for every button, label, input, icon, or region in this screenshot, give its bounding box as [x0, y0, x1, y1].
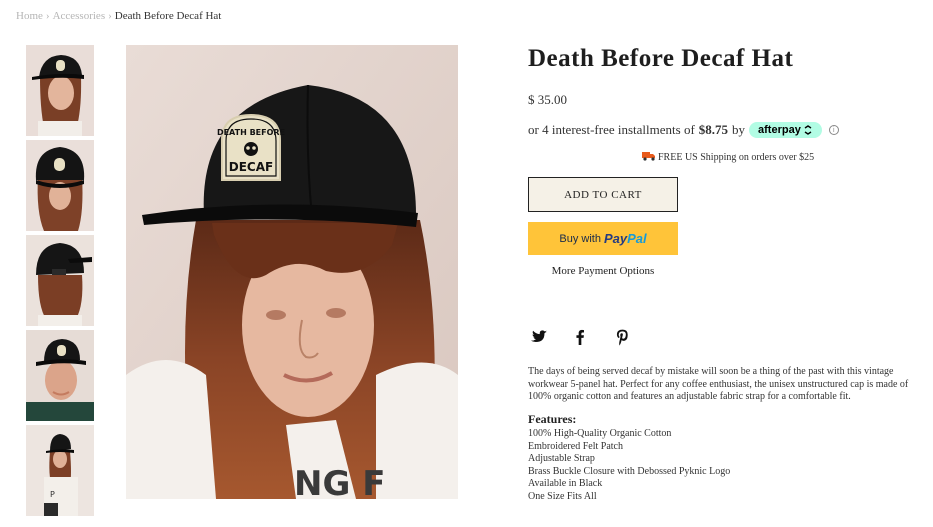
installment-amount: $8.75 — [698, 122, 729, 137]
afterpay-arrows-icon — [804, 125, 812, 135]
breadcrumb-current: Death Before Decaf Hat — [114, 10, 222, 22]
breadcrumb-home-link[interactable]: Home — [16, 10, 43, 22]
shipping-notice: FREE US Shipping on orders over $25 — [642, 151, 928, 164]
twitter-icon[interactable] — [529, 328, 547, 346]
breadcrumb-accessories-link[interactable]: Accessories — [53, 10, 106, 22]
feature-item: Embroidered Felt Patch — [528, 440, 623, 452]
breadcrumb: Home › Accessories › Death Before Decaf Hat — [16, 10, 221, 22]
afterpay-label: afterpay — [758, 124, 801, 136]
paypal-logo-pal: Pal — [627, 231, 647, 246]
paypal-logo-pay: Pay — [603, 231, 628, 246]
thumbnail-gallery: P — [26, 45, 94, 520]
paypal-buy-label: Buy with — [559, 232, 601, 245]
features-list: 100% High-Quality Organic Cotton Embroid… — [528, 428, 730, 503]
feature-item: Available in Black — [528, 478, 603, 489]
svg-text:P: P — [50, 490, 55, 499]
patch-line2: DECAF — [229, 160, 273, 174]
feature-item: Brass Buckle Closure with Debossed Pykni… — [528, 465, 731, 477]
product-description: The days of being served decaf by mistak… — [528, 366, 909, 402]
thumbnail-side-woman[interactable] — [26, 140, 94, 231]
feature-item: One Size Fits All — [528, 490, 597, 502]
feature-item: 100% High-Quality Organic Cotton — [528, 428, 672, 439]
shirt-print-text: NG F — [294, 464, 385, 499]
installments-prefix: or 4 interest-free installments of — [528, 122, 695, 137]
shipping-text: FREE US Shipping on orders over $25 — [658, 152, 815, 163]
product-price: $ 35.00 — [528, 92, 567, 107]
product-info: Death Before Decaf Hat $ 35.00 or 4 inte… — [528, 42, 928, 277]
thumbnail-back-woman[interactable] — [26, 235, 94, 326]
product-title: Death Before Decaf Hat — [528, 45, 794, 72]
thumbnail-seated-woman[interactable]: P — [26, 425, 94, 516]
truck-icon — [642, 151, 656, 164]
pinterest-icon[interactable] — [613, 328, 631, 346]
afterpay-logo[interactable]: afterpay — [749, 122, 822, 138]
social-share — [529, 328, 631, 346]
more-payment-options-link[interactable]: More Payment Options — [528, 265, 678, 277]
feature-item: Adjustable Strap — [528, 453, 595, 464]
info-icon[interactable]: i — [828, 125, 839, 135]
thumbnail-front-woman[interactable] — [26, 45, 94, 136]
main-product-image[interactable]: NG F DEATH BEFORE DECAF — [126, 45, 458, 499]
breadcrumb-separator: › — [45, 10, 50, 22]
patch-line1: DEATH BEFORE — [217, 128, 285, 137]
facebook-icon[interactable] — [571, 328, 589, 346]
thumbnail-man[interactable] — [26, 330, 94, 421]
paypal-button[interactable]: Buy with Pay Pal — [528, 222, 678, 255]
breadcrumb-separator: › — [108, 10, 112, 22]
add-to-cart-button[interactable]: ADD TO CART — [528, 177, 678, 212]
installments-suffix: by — [732, 122, 746, 137]
features-heading: Features: — [528, 412, 577, 426]
afterpay-installments: or 4 interest-free installments of $8.75… — [528, 122, 928, 138]
